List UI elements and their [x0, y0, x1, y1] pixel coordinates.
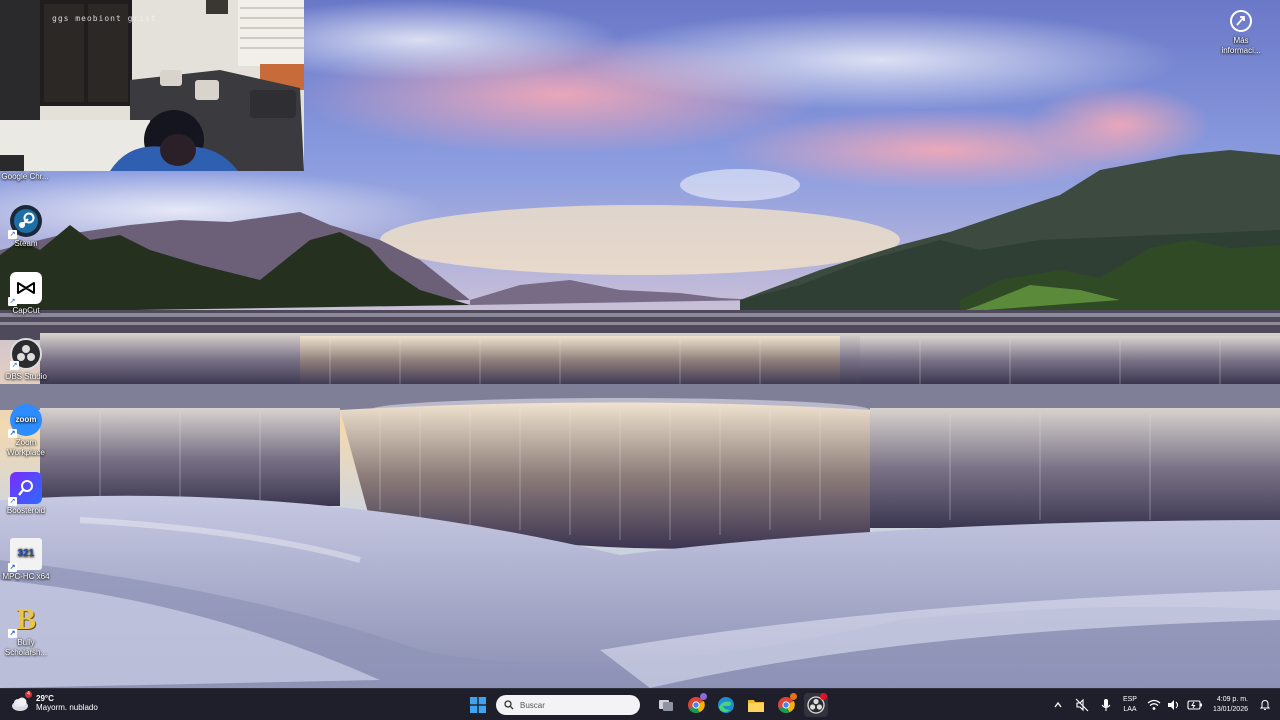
capcut-icon: ↗: [8, 272, 42, 306]
desktop-icon-obs-studio[interactable]: ↗ OBS Studio: [0, 338, 52, 382]
desktop-widget-more-info[interactable]: Más informaci...: [1216, 8, 1266, 56]
weather-alert-badge: 4: [25, 691, 32, 698]
cloudy-weather-icon: 4: [10, 691, 32, 713]
desktop-icon-mpc-hc[interactable]: 321 ↗ MPC-HC x64: [0, 538, 52, 582]
desktop-icon-label: MPC-HC x64: [2, 572, 50, 581]
battery-charging-icon: [1187, 700, 1202, 710]
clock[interactable]: 4:09 p. m. 13/01/2026: [1213, 695, 1248, 715]
taskbar: 4 29°C Mayorm. nublado Buscar ESP LAA 4:…: [0, 688, 1280, 720]
microphone-icon: [1101, 699, 1111, 711]
taskbar-chrome-profile[interactable]: [774, 693, 798, 717]
weather-temperature: 29°C: [36, 694, 54, 703]
recording-badge: [820, 693, 827, 700]
desktop-icon-zoom-workplace[interactable]: zoom ↗ Zoom Workplace: [0, 404, 52, 458]
bully-icon-letter: B: [15, 603, 36, 636]
bell-icon: [1259, 699, 1271, 710]
chevron-up-icon: [1054, 701, 1062, 708]
desktop-icon-label: Google Chr...: [1, 172, 49, 181]
no-audio-device-tray[interactable]: [1075, 698, 1089, 712]
edge-icon: [718, 697, 734, 713]
more-info-icon: [1228, 8, 1254, 34]
steam-icon: ↗: [8, 205, 42, 239]
notification-bell-button[interactable]: [1258, 698, 1272, 712]
system-tray: ESP LAA 4:09 p. m. 13/01/2026: [1051, 689, 1272, 720]
wifi-icon: [1147, 699, 1161, 710]
shortcut-arrow-icon: ↗: [8, 497, 17, 506]
file-explorer-icon: [748, 700, 764, 712]
microphone-tray[interactable]: [1099, 698, 1113, 712]
taskbar-chrome[interactable]: [684, 693, 708, 717]
mpc-hc-icon-text: 321: [17, 548, 35, 559]
desktop-icon-label-line1: Zoom: [15, 438, 37, 447]
widget-label-line1: Más: [1233, 36, 1249, 45]
desktop-icon-bully-scholarship[interactable]: B ↗ Bully Scholarsh...: [0, 604, 52, 658]
bully-icon: B ↗: [8, 603, 42, 638]
shortcut-arrow-icon: ↗: [8, 297, 17, 306]
desktop-icon-label: CapCut: [12, 306, 40, 315]
desktop-icon-boosteroid[interactable]: ↗ Boosteroid: [0, 472, 52, 516]
clock-date: 13/01/2026: [1212, 706, 1248, 713]
desktop-icon-label: Steam: [14, 239, 38, 248]
shortcut-arrow-icon: ↗: [10, 361, 19, 370]
language-line1: ESP: [1122, 696, 1137, 703]
weather-condition: Mayorm. nublado: [36, 703, 98, 712]
desktop-icon-label-line2: Workplace: [7, 448, 45, 457]
webcam-overlay: ggs meobiont grist: [0, 0, 304, 171]
desktop-icon-label-line1: Bully: [17, 638, 35, 647]
start-button[interactable]: [466, 693, 490, 717]
search-icon: [504, 700, 514, 710]
zoom-icon-text: zoom: [15, 415, 37, 424]
desktop-icon-google-chrome[interactable]: Google Chr...: [0, 172, 50, 182]
chrome-profile-badge: [790, 693, 797, 700]
taskbar-search-input[interactable]: Buscar: [496, 695, 640, 715]
desktop-icon-label: Boosteroid: [6, 506, 46, 515]
widget-label-line2: informaci...: [1221, 46, 1261, 55]
desktop-icon-label-line2: Scholarsh...: [4, 648, 48, 657]
desktop-icon-capcut[interactable]: ↗ CapCut: [0, 272, 52, 316]
clock-time: 4:09 p. m.: [1216, 696, 1248, 703]
zoom-icon: zoom ↗: [8, 404, 42, 438]
desktop-icon-steam[interactable]: ↗ Steam: [0, 205, 52, 249]
taskbar-edge[interactable]: [714, 693, 738, 717]
shortcut-arrow-icon: ↗: [8, 429, 17, 438]
weather-widget[interactable]: 4 29°C Mayorm. nublado: [10, 691, 98, 713]
shortcut-arrow-icon: ↗: [8, 230, 17, 239]
task-view-icon: [659, 700, 673, 711]
task-view-button[interactable]: [654, 693, 678, 717]
volume-icon: [1167, 700, 1178, 710]
show-hidden-icons-button[interactable]: [1051, 698, 1065, 712]
taskbar-file-explorer[interactable]: [744, 693, 768, 717]
obs-icon: ↗: [10, 338, 42, 370]
chrome-profile-badge: [700, 693, 707, 700]
shortcut-arrow-icon: ↗: [8, 629, 17, 638]
windows-start-icon: [470, 697, 486, 713]
search-placeholder: Buscar: [520, 700, 545, 710]
language-indicator[interactable]: ESP LAA: [1123, 695, 1137, 715]
webcam-feed: [0, 0, 304, 171]
quick-settings-button[interactable]: [1147, 699, 1203, 711]
shortcut-arrow-icon: ↗: [8, 563, 17, 572]
taskbar-center: Buscar: [466, 692, 828, 718]
speaker-off-icon: [1075, 698, 1089, 712]
mpc-hc-icon: 321 ↗: [8, 538, 42, 572]
desktop-icon-label: OBS Studio: [5, 372, 47, 381]
language-line2: LAA: [1123, 706, 1137, 713]
webcam-caption: ggs meobiont grist: [52, 14, 157, 23]
boosteroid-icon: ↗: [8, 472, 42, 506]
taskbar-obs[interactable]: [804, 693, 828, 717]
